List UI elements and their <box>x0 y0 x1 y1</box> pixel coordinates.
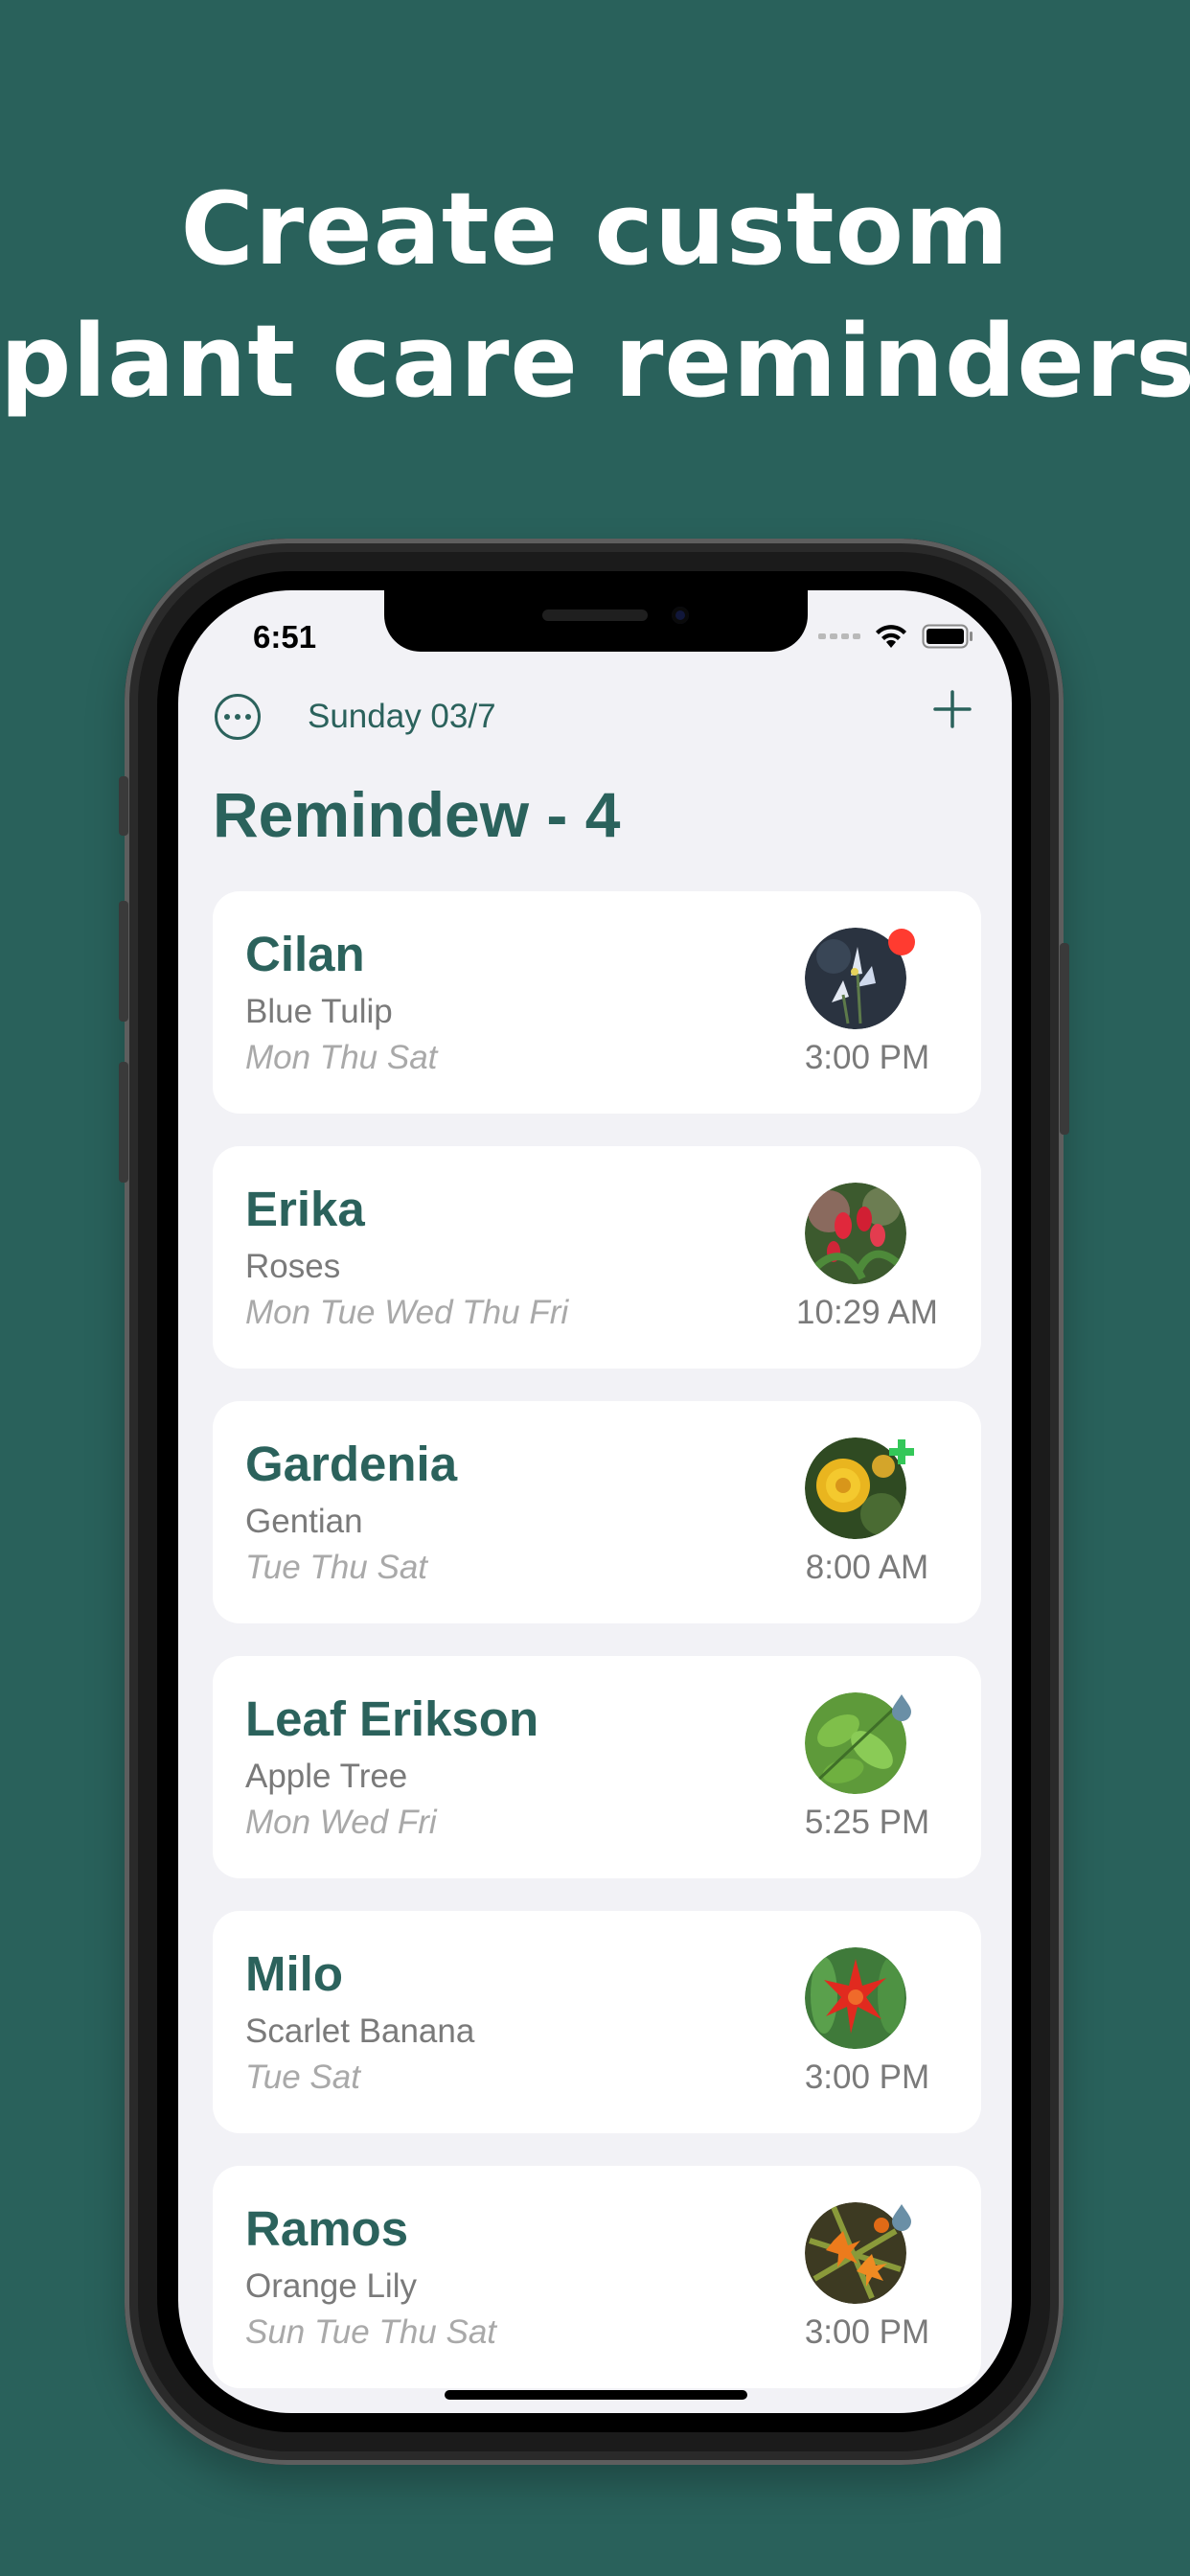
headline-line-1: Create custom <box>180 171 1010 288</box>
plus-icon <box>933 690 972 728</box>
home-indicator[interactable] <box>445 2390 747 2400</box>
current-date: Sunday 03/7 <box>308 698 496 735</box>
more-options-button[interactable] <box>215 694 261 740</box>
plant-nickname: Cilan <box>245 927 365 981</box>
more-dot-icon <box>235 714 240 720</box>
reminder-card[interactable]: Gardenia Gentian Tue Thu Sat 8:00 AM <box>213 1401 981 1623</box>
reminder-card[interactable]: Leaf Erikson Apple Tree Mon Wed Fri 5:25… <box>213 1656 981 1878</box>
cellular-signal-icon <box>818 633 860 639</box>
phone-volume-down <box>119 1062 128 1183</box>
battery-icon <box>922 624 973 649</box>
app-screen: 6:51 Sunday 03/7 Remindew - 4 Cilan Blue… <box>178 590 1012 2413</box>
reminder-time: 5:25 PM <box>804 1804 930 1841</box>
status-icons <box>818 619 973 654</box>
add-reminder-button[interactable] <box>929 688 975 734</box>
reminder-days: Mon Thu Sat <box>245 1039 438 1076</box>
headline-line-2: plant care reminders <box>0 303 1190 420</box>
plant-nickname: Erika <box>245 1182 365 1236</box>
reminder-card[interactable]: Ramos Orange Lily Sun Tue Thu Sat 3:00 P… <box>213 2166 981 2388</box>
plant-species: Roses <box>245 1248 341 1285</box>
red-dot-icon <box>888 929 915 955</box>
page-title: Remindew - 4 <box>213 779 621 850</box>
water-drop-icon <box>892 1694 911 1721</box>
phone-power-button <box>1060 943 1069 1135</box>
plant-photo <box>805 1947 906 2049</box>
more-dot-icon <box>224 714 230 720</box>
front-camera <box>672 607 689 624</box>
plant-species: Apple Tree <box>245 1758 408 1795</box>
plant-species: Blue Tulip <box>245 993 393 1030</box>
reminder-days: Mon Tue Wed Thu Fri <box>245 1294 569 1331</box>
phone-silent-switch <box>119 776 128 836</box>
reminder-days: Mon Wed Fri <box>245 1804 437 1841</box>
reminder-time: 3:00 PM <box>804 1039 930 1076</box>
plant-nickname: Leaf Erikson <box>245 1691 539 1746</box>
reminder-time: 3:00 PM <box>804 2313 930 2351</box>
more-dot-icon <box>245 714 251 720</box>
plant-species: Orange Lily <box>245 2267 417 2305</box>
plant-species: Scarlet Banana <box>245 2012 475 2050</box>
reminder-days: Tue Sat <box>245 2058 360 2096</box>
wifi-icon <box>876 625 906 648</box>
top-bar: Sunday 03/7 <box>215 690 975 751</box>
earpiece-speaker <box>542 610 648 621</box>
headline: Create custom plant care reminders <box>0 163 1190 427</box>
water-drop-icon <box>892 2204 911 2231</box>
reminder-days: Sun Tue Thu Sat <box>245 2313 497 2351</box>
plant-nickname: Ramos <box>245 2201 409 2256</box>
plant-species: Gentian <box>245 1503 363 1540</box>
plant-nickname: Milo <box>245 1946 343 2001</box>
status-time: 6:51 <box>253 619 317 655</box>
plant-nickname: Gardenia <box>245 1437 458 1491</box>
reminder-list: Cilan Blue Tulip Mon Thu Sat 3:00 PM Eri… <box>213 891 981 2413</box>
green-plus-icon <box>889 1439 914 1464</box>
reminder-time: 10:29 AM <box>796 1294 938 1331</box>
reminder-card[interactable]: Milo Scarlet Banana Tue Sat 3:00 PM <box>213 1911 981 2133</box>
reminder-time: 8:00 AM <box>805 1549 929 1586</box>
notch <box>384 590 808 652</box>
reminder-days: Tue Thu Sat <box>245 1549 428 1586</box>
phone-volume-up <box>119 901 128 1022</box>
plant-photo <box>805 1183 906 1284</box>
reminder-time: 3:00 PM <box>804 2058 930 2096</box>
reminder-card[interactable]: Cilan Blue Tulip Mon Thu Sat 3:00 PM <box>213 891 981 1114</box>
reminder-card[interactable]: Erika Roses Mon Tue Wed Thu Fri 10:29 AM <box>213 1146 981 1368</box>
